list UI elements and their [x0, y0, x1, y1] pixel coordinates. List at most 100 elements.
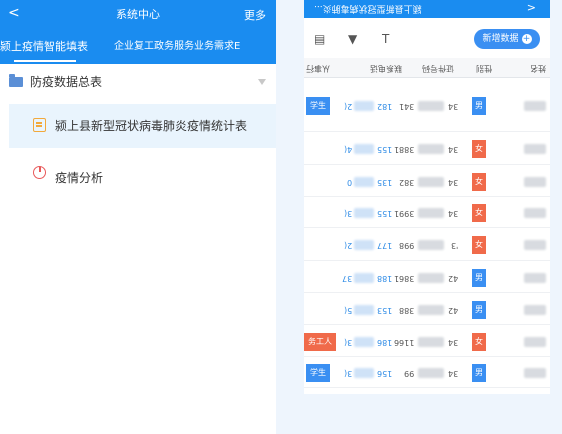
phone-redacted: [354, 337, 374, 347]
caret-down-icon: [258, 79, 266, 85]
chevron-right-icon[interactable]: >: [527, 1, 536, 15]
name-cell-redacted: [524, 337, 546, 347]
name-cell-redacted: [524, 177, 546, 187]
column-header[interactable]: 联系电话: [370, 62, 402, 74]
id-cell-mid: 382: [398, 178, 414, 187]
add-data-label: 新增数据: [482, 34, 519, 44]
phone-cell-tail: 37: [341, 274, 352, 283]
pie-chart-icon: [33, 166, 46, 179]
gender-badge: 女: [472, 140, 486, 158]
phone-cell[interactable]: 177: [377, 240, 392, 250]
phone-cell-tail: 0: [346, 178, 352, 187]
id-cell-mid: 3991: [393, 209, 414, 218]
id-redacted: [418, 177, 444, 187]
table-row[interactable]: 男 34 99 156 3(学生: [304, 358, 550, 388]
id-cell: 34: [447, 209, 458, 218]
funnel-icon[interactable]: ▼: [348, 33, 357, 45]
phone-cell[interactable]: 153: [377, 305, 392, 315]
active-tab-indicator: [14, 60, 76, 62]
item-label: 颍上县新型冠状病毒肺炎疫情统计表: [55, 119, 248, 133]
occupation-tag: 学生: [306, 364, 330, 382]
gender-badge: 男: [472, 364, 486, 382]
phone-cell[interactable]: 135: [377, 177, 392, 187]
name-cell-redacted: [524, 273, 546, 283]
table-row[interactable]: 男 42 3861 188 37: [304, 262, 550, 293]
id-cell: 34: [447, 178, 458, 187]
more-button[interactable]: 更多: [244, 9, 266, 23]
filter-icon[interactable]: ▤: [314, 33, 325, 45]
table-row[interactable]: 男 42 388 153 5(: [304, 294, 550, 325]
id-cell: '3: [450, 241, 458, 250]
column-header[interactable]: 从事行: [306, 62, 330, 74]
add-data-button[interactable]: 新增数据 +: [474, 29, 540, 49]
app-header: < 系统中心 更多 颍上疫情智能填表 企业复工政务服务业务需求E: [0, 0, 276, 64]
plus-icon: +: [521, 33, 532, 44]
id-cell-mid: 99: [403, 369, 414, 378]
table-row[interactable]: 女 34 1166 186 3(务工人: [304, 326, 550, 357]
id-cell-mid: 388: [398, 306, 414, 315]
text-size-icon[interactable]: T: [382, 33, 389, 45]
phone-cell-tail: 5(: [343, 306, 352, 315]
phone-cell[interactable]: 186: [377, 337, 392, 347]
item-label: 疫情分析: [55, 171, 104, 185]
table-row[interactable]: 女 34 3991 155 3(: [304, 198, 550, 228]
id-cell: 34: [447, 338, 458, 347]
phone-redacted: [354, 144, 374, 154]
column-header[interactable]: 性别: [476, 62, 492, 74]
table-row[interactable]: 女 34 3881 155 4(: [304, 133, 550, 165]
id-cell-mid: 998: [398, 241, 414, 250]
phone-cell[interactable]: 188: [377, 273, 392, 283]
tab-enterprise-service[interactable]: 企业复工政务服务业务需求E: [114, 40, 240, 54]
phone-redacted: [354, 305, 374, 315]
id-cell-mid: 341: [398, 102, 414, 111]
gender-badge: 男: [472, 269, 486, 287]
folder-icon: [9, 74, 23, 87]
column-header[interactable]: 姓名: [530, 62, 546, 74]
id-redacted: [418, 144, 444, 154]
item-epidemic-analysis[interactable]: 疫情分析: [9, 156, 276, 190]
id-redacted: [418, 305, 444, 315]
occupation-tag: 务工人: [304, 333, 336, 351]
name-cell-redacted: [524, 208, 546, 218]
phone-cell[interactable]: 182: [377, 101, 392, 111]
table-header: 姓名 性别 证件号码 联系电话 从事行: [304, 58, 550, 78]
phone-cell[interactable]: 155: [377, 208, 392, 218]
id-cell-mid: 1166: [393, 338, 414, 347]
phone-cell-tail: 3(: [343, 369, 352, 378]
table-row[interactable]: 女 34 382 135 0: [304, 166, 550, 197]
table-row[interactable]: 女 '3 998 177 2(: [304, 229, 550, 261]
gender-badge: 男: [472, 97, 486, 115]
id-redacted: [418, 208, 444, 218]
phone-cell-tail: 2(: [343, 241, 352, 250]
phone-cell-tail: 4(: [343, 145, 352, 154]
name-cell-redacted: [524, 240, 546, 250]
gender-badge: 女: [472, 236, 486, 254]
phone-redacted: [354, 177, 374, 187]
table-toolbar: ▤ ▼ T 新增数据 +: [304, 24, 550, 54]
id-redacted: [418, 368, 444, 378]
page-title: 系统中心: [116, 8, 160, 21]
id-redacted: [418, 101, 444, 111]
id-cell-mid: 3861: [393, 274, 414, 283]
phone-redacted: [354, 208, 374, 218]
column-header[interactable]: 证件号码: [422, 62, 454, 74]
id-redacted: [418, 240, 444, 250]
name-cell-redacted: [524, 305, 546, 315]
name-cell-redacted: [524, 101, 546, 111]
table-header-bar: 颍上县新型冠状病毒肺炎... >: [304, 0, 550, 18]
group-epidemic-data[interactable]: 防疫数据总表: [0, 66, 276, 98]
form-icon: [33, 118, 46, 132]
name-cell-redacted: [524, 368, 546, 378]
table-row[interactable]: 男 34 341 182 2(学生: [304, 80, 550, 132]
phone-cell-tail: 3(: [343, 338, 352, 347]
id-cell: 34: [447, 145, 458, 154]
table-title: 颍上县新型冠状病毒肺炎...: [314, 3, 422, 13]
id-cell-mid: 3881: [393, 145, 414, 154]
gender-badge: 女: [472, 173, 486, 191]
left-phone-screen: < 系统中心 更多 颍上疫情智能填表 企业复工政务服务业务需求E 防疫数据总表 …: [0, 0, 276, 434]
phone-cell[interactable]: 156: [377, 368, 392, 378]
phone-cell[interactable]: 155: [377, 144, 392, 154]
item-statistics-table[interactable]: 颍上县新型冠状病毒肺炎疫情统计表: [9, 104, 276, 148]
tab-smart-form[interactable]: 颍上疫情智能填表: [0, 40, 88, 54]
phone-cell-tail: 2(: [343, 102, 352, 111]
